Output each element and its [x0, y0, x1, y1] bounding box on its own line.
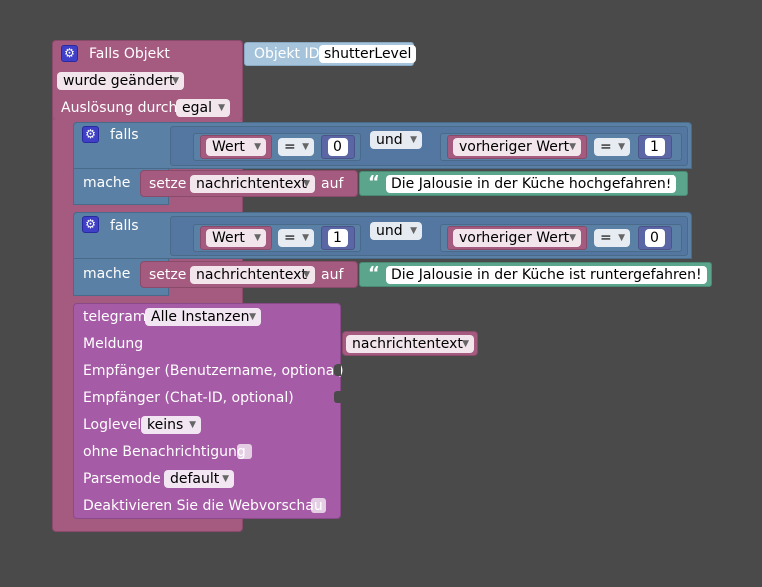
if1-mache-label: mache: [83, 175, 131, 191]
op-dropdown-1b[interactable]: = ▼: [594, 138, 630, 156]
dropdown-arrow-icon: ▼: [302, 233, 309, 243]
dropdown-arrow-icon: ▼: [189, 420, 196, 430]
op-dropdown-2b[interactable]: = ▼: [594, 229, 630, 247]
recipient-user-input-socket[interactable]: [334, 364, 341, 376]
recipient-user-label: Empfänger (Benutzername, optional): [83, 363, 344, 379]
quote-close-icon: ”: [688, 263, 700, 284]
dropdown-arrow-icon: ▼: [303, 179, 310, 189]
var-dropdown-2[interactable]: nachrichtentext ▼: [190, 266, 315, 284]
loglevel-label: Loglevel: [83, 417, 142, 433]
if2-falls-label: falls: [110, 218, 139, 234]
dropdown-arrow-icon: ▼: [218, 103, 225, 113]
var-dropdown-1[interactable]: nachrichtentext ▼: [190, 175, 315, 193]
dropdown-arrow-icon: ▼: [249, 312, 256, 322]
dropdown-arrow-icon: ▼: [410, 135, 417, 145]
silent-checkbox[interactable]: [237, 444, 252, 459]
gear-icon[interactable]: ⚙: [82, 126, 99, 143]
gear-icon[interactable]: ⚙: [82, 216, 99, 233]
op-dropdown-2a[interactable]: = ▼: [278, 229, 314, 247]
if2-setze-label: setze: [149, 267, 187, 283]
number-field-2a[interactable]: 1: [328, 229, 348, 247]
prev-wert-dropdown-1[interactable]: vorheriger Wert ▼: [453, 138, 581, 156]
if1-setze-label: setze: [149, 176, 187, 192]
telegram-title: telegram: [83, 309, 147, 325]
dropdown-arrow-icon: ▼: [618, 233, 625, 243]
dropdown-arrow-icon: ▼: [569, 142, 576, 152]
loglevel-dropdown[interactable]: keins ▼: [141, 416, 201, 434]
trigger-by-label: Auslösung durch: [61, 100, 178, 116]
if1-auf-label: auf: [321, 176, 344, 192]
message-label: Meldung: [83, 336, 144, 352]
if2-mache-label: mache: [83, 266, 131, 282]
wert-dropdown-2[interactable]: Wert ▼: [206, 229, 266, 247]
and-dropdown-2[interactable]: und ▼: [370, 222, 422, 240]
dropdown-arrow-icon: ▼: [410, 226, 417, 236]
prev-wert-dropdown-2[interactable]: vorheriger Wert ▼: [453, 229, 581, 247]
quote-open-icon: “: [368, 263, 380, 284]
dropdown-arrow-icon: ▼: [222, 474, 229, 484]
trigger-title: Falls Objekt: [89, 46, 170, 62]
object-id-label: Objekt ID: [254, 46, 320, 62]
disable-preview-checkbox[interactable]: [311, 498, 326, 513]
text-field-1[interactable]: Die Jalousie in der Küche hochgefahren!: [386, 175, 677, 193]
op-dropdown-1a[interactable]: = ▼: [278, 138, 314, 156]
gear-icon[interactable]: ⚙: [61, 45, 78, 62]
dropdown-arrow-icon: ▼: [302, 142, 309, 152]
dropdown-arrow-icon: ▼: [254, 233, 261, 243]
dropdown-arrow-icon: ▼: [618, 142, 625, 152]
dropdown-arrow-icon: ▼: [172, 76, 179, 86]
dropdown-arrow-icon: ▼: [569, 233, 576, 243]
silent-label: ohne Benachrichtigung: [83, 444, 246, 460]
recipient-chat-input-socket[interactable]: [334, 391, 341, 403]
parsemode-dropdown[interactable]: default ▼: [164, 470, 234, 488]
disable-preview-label: Deaktivieren Sie die Webvorschau: [83, 498, 323, 514]
quote-close-icon: ”: [664, 172, 676, 193]
message-var-dropdown[interactable]: nachrichtentext ▼: [346, 335, 474, 353]
changed-dropdown[interactable]: wurde geändert ▼: [57, 72, 184, 90]
if2-auf-label: auf: [321, 267, 344, 283]
parsemode-label: Parsemode: [83, 471, 161, 487]
number-field-1b[interactable]: 1: [645, 138, 665, 156]
dropdown-arrow-icon: ▼: [254, 142, 261, 152]
wert-dropdown-1[interactable]: Wert ▼: [206, 138, 266, 156]
dropdown-arrow-icon: ▼: [462, 339, 469, 349]
text-field-2[interactable]: Die Jalousie in der Küche ist runtergefa…: [386, 266, 707, 284]
number-field-1a[interactable]: 0: [328, 138, 348, 156]
object-id-field[interactable]: shutterLevel: [319, 45, 417, 63]
trigger-by-dropdown[interactable]: egal ▼: [176, 99, 230, 117]
number-field-2b[interactable]: 0: [645, 229, 665, 247]
if1-falls-label: falls: [110, 127, 139, 143]
recipient-chat-label: Empfänger (Chat-ID, optional): [83, 390, 294, 406]
dropdown-arrow-icon: ▼: [303, 270, 310, 280]
quote-open-icon: “: [368, 172, 380, 193]
and-dropdown-1[interactable]: und ▼: [370, 131, 422, 149]
instance-dropdown[interactable]: Alle Instanzen ▼: [145, 308, 261, 326]
